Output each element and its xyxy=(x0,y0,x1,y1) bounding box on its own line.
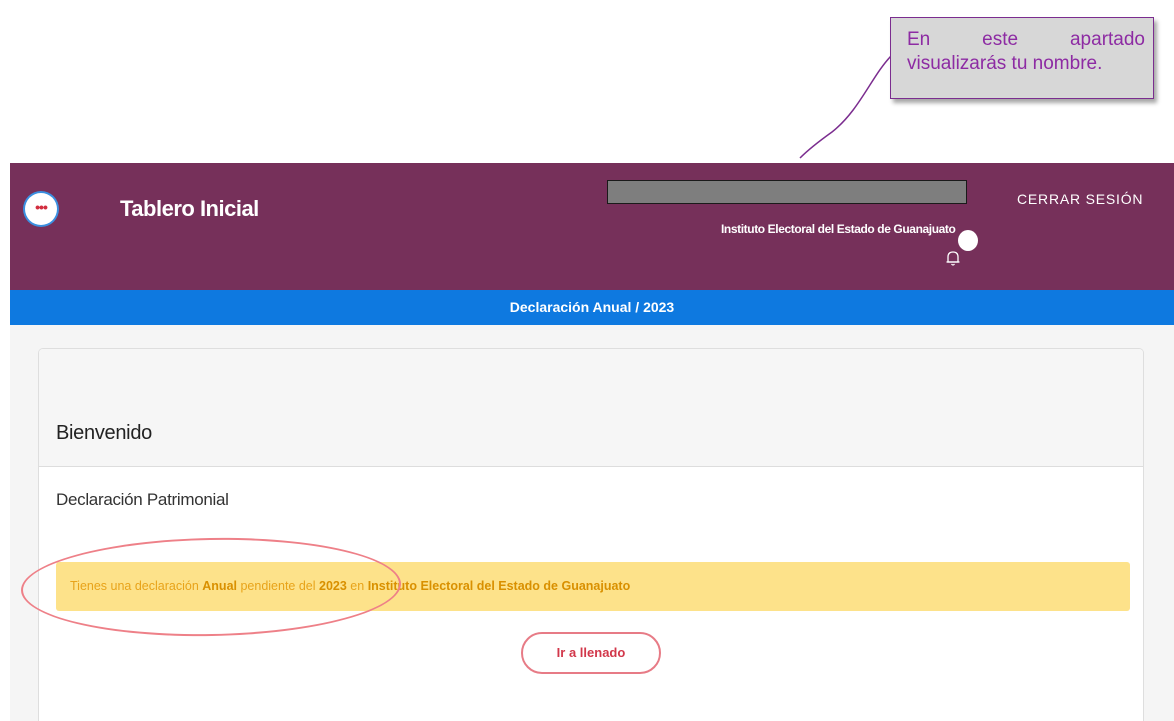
section-title: Declaración Patrimonial xyxy=(56,490,229,509)
menu-button[interactable]: ••• xyxy=(25,193,57,225)
pending-declaration-alert: Tienes una declaración Anual pendiente d… xyxy=(56,562,1130,611)
callout-box: En este apartado visualizarás tu nombre. xyxy=(890,17,1154,99)
alert-middle: pendiente del xyxy=(237,579,320,593)
bell-icon[interactable] xyxy=(945,249,961,267)
alert-year: 2023 xyxy=(319,579,347,593)
callout-line-1: En este apartado xyxy=(907,29,1145,50)
alert-connector: en xyxy=(346,579,368,593)
declaration-bar: Declaración Anual / 2023 xyxy=(10,290,1174,325)
card-header: Bienvenido xyxy=(39,349,1143,467)
user-name-redacted xyxy=(607,180,967,204)
callout-line-2: visualizarás tu nombre. xyxy=(907,53,1103,74)
welcome-card: Bienvenido Declaración Patrimonial Tiene… xyxy=(38,348,1144,721)
notification-badge xyxy=(958,230,978,251)
page: En este apartado visualizarás tu nombre.… xyxy=(0,0,1174,721)
page-title: Tablero Inicial xyxy=(120,196,259,221)
logout-button[interactable]: CERRAR SESIÓN xyxy=(1017,191,1143,207)
ellipsis-icon: ••• xyxy=(35,199,48,215)
app-header: ••• Tablero Inicial Instituto Electoral … xyxy=(10,163,1174,290)
alert-institute: Instituto Electoral del Estado de Guanaj… xyxy=(367,579,631,593)
welcome-heading: Bienvenido xyxy=(56,422,152,444)
alert-type: Anual xyxy=(202,579,237,593)
alert-prefix: Tienes una declaración xyxy=(70,579,203,593)
institute-name: Instituto Electoral del Estado de Guanaj… xyxy=(721,222,956,236)
go-to-fill-button[interactable]: Ir a llenado xyxy=(521,632,661,674)
